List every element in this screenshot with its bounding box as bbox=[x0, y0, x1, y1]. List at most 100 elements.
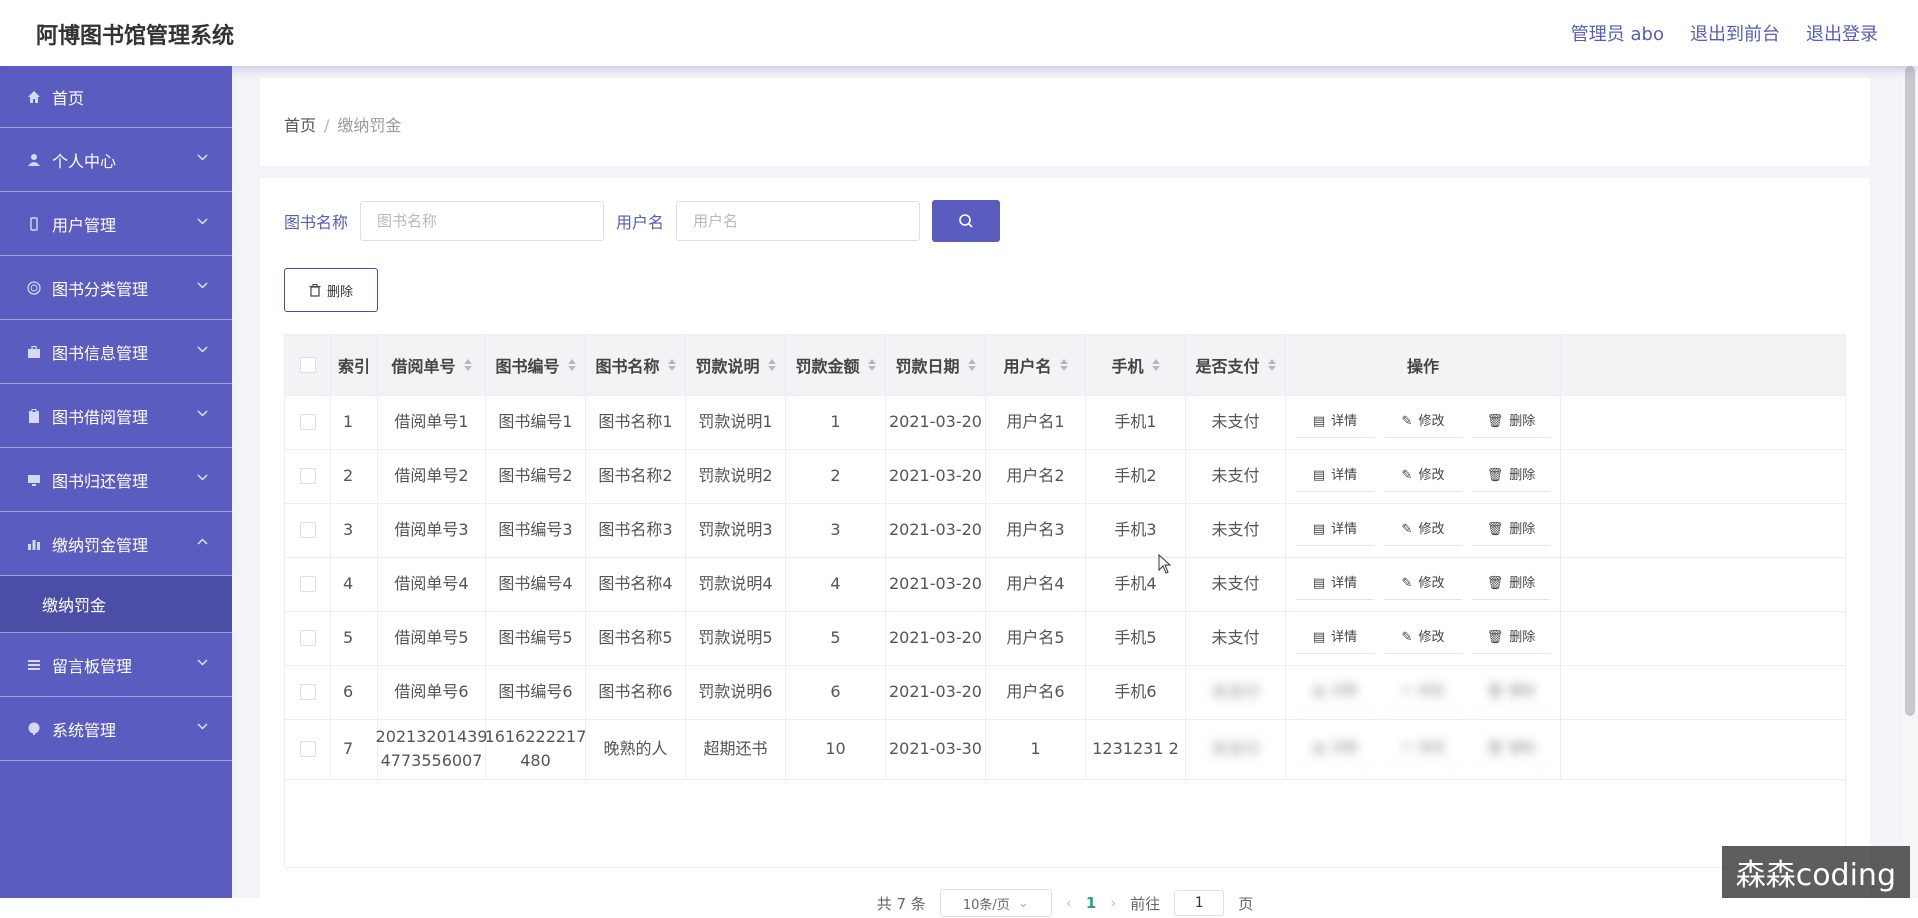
batch-delete-button[interactable]: 删除 bbox=[284, 268, 378, 312]
delete-button[interactable]: 🗑 删除 bbox=[1472, 569, 1550, 600]
table-row: 4 借阅单号4 图书编号4 图书名称4 罚款说明4 4 2021-03-20 用户名4 手机4 未… bbox=[285, 557, 1845, 612]
sort-icon[interactable] bbox=[667, 359, 676, 371]
edit-button[interactable]: ✎ 修改 bbox=[1384, 461, 1462, 492]
sidebar-item-4[interactable]: 图书分类管理 bbox=[0, 256, 232, 320]
sort-icon[interactable] bbox=[463, 359, 472, 371]
edit-button[interactable]: ✎ 修改 bbox=[1384, 677, 1462, 708]
sidebar-item-1[interactable]: 首页 bbox=[0, 66, 232, 128]
row-checkbox[interactable] bbox=[299, 522, 316, 538]
goto-label: 前往 bbox=[1130, 894, 1161, 913]
edit-button[interactable]: ✎ 修改 bbox=[1384, 569, 1462, 600]
delete-button[interactable]: 🗑 删除 bbox=[1472, 677, 1550, 708]
admin-user-link[interactable]: 管理员 abo bbox=[1571, 20, 1664, 46]
edit-button[interactable]: ✎ 修改 bbox=[1384, 515, 1462, 546]
column-header[interactable]: 图书编号 bbox=[486, 335, 586, 395]
sort-icon[interactable] bbox=[1059, 359, 1068, 371]
back-to-frontend-link[interactable]: 退出到前台 bbox=[1690, 20, 1780, 46]
detail-button[interactable]: ▤ 详情 bbox=[1296, 461, 1374, 492]
row-actions: ▤ 详情 ✎ 修改 🗑 删除 bbox=[1286, 665, 1561, 719]
table-cell: 2 bbox=[331, 449, 378, 503]
username-input[interactable] bbox=[676, 201, 921, 241]
sidebar-item-7[interactable]: 图书归还管理 bbox=[0, 448, 232, 512]
column-header[interactable]: 手机 bbox=[1086, 335, 1186, 395]
sidebar-item-2[interactable]: 个人中心 bbox=[0, 128, 232, 192]
row-checkbox[interactable] bbox=[299, 468, 316, 484]
detail-button[interactable]: ▤ 详情 bbox=[1296, 677, 1374, 708]
edit-button[interactable]: ✎ 修改 bbox=[1384, 407, 1462, 438]
sidebar-subitem-fine-payment[interactable]: 缴纳罚金 bbox=[0, 576, 232, 633]
row-checkbox-cell bbox=[285, 449, 331, 503]
sidebar-item-9[interactable]: 留言板管理 bbox=[0, 633, 232, 697]
row-checkbox[interactable] bbox=[299, 630, 316, 646]
row-checkbox-cell bbox=[285, 557, 331, 611]
detail-button[interactable]: ▤ 详情 bbox=[1296, 407, 1374, 438]
row-checkbox[interactable] bbox=[299, 576, 316, 592]
sort-icon[interactable] bbox=[1151, 359, 1160, 371]
sort-icon[interactable] bbox=[567, 359, 576, 371]
page-scrollbar[interactable] bbox=[1902, 66, 1918, 898]
cell-text: 1 bbox=[1030, 739, 1041, 758]
detail-button[interactable]: ▤ 详情 bbox=[1296, 569, 1374, 600]
delete-button[interactable]: 🗑 删除 bbox=[1472, 623, 1550, 654]
watermark: 森森coding bbox=[1721, 846, 1910, 898]
delete-button[interactable]: 🗑 删除 bbox=[1472, 734, 1550, 765]
search-button[interactable] bbox=[932, 200, 1001, 242]
detail-button[interactable]: ▤ 详情 bbox=[1296, 734, 1374, 765]
sidebar-item-10[interactable]: 系统管理 bbox=[0, 697, 232, 761]
table-cell: 2021-03-30 bbox=[886, 719, 986, 779]
sidebar-item-8[interactable]: 缴纳罚金管理 bbox=[0, 512, 232, 576]
column-header[interactable]: 罚款金额 bbox=[786, 335, 886, 395]
table-cell: 1231231 2 bbox=[1086, 719, 1186, 779]
logout-link[interactable]: 退出登录 bbox=[1806, 20, 1878, 46]
page-size-select[interactable]: 10条/页 ⌄ bbox=[939, 889, 1052, 917]
briefcase-icon bbox=[26, 344, 42, 360]
breadcrumb-home[interactable]: 首页 bbox=[284, 116, 316, 135]
sort-icon[interactable] bbox=[867, 359, 876, 371]
detail-button[interactable]: ▤ 详情 bbox=[1296, 623, 1374, 654]
delete-button[interactable]: 🗑 删除 bbox=[1472, 407, 1550, 438]
goto-page-input[interactable] bbox=[1174, 890, 1225, 916]
delete-button[interactable]: 🗑 删除 bbox=[1472, 461, 1550, 492]
book-name-input[interactable] bbox=[360, 201, 605, 241]
next-page-icon[interactable]: › bbox=[1110, 894, 1116, 912]
row-checkbox[interactable] bbox=[299, 684, 316, 700]
column-header[interactable]: 用户名 bbox=[986, 335, 1086, 395]
chevron-down-icon bbox=[197, 214, 208, 228]
breadcrumb-separator: / bbox=[324, 116, 330, 135]
chevron-down-icon bbox=[197, 470, 208, 484]
detail-label: 详情 bbox=[1331, 467, 1358, 483]
prev-page-icon[interactable]: ‹ bbox=[1066, 894, 1072, 912]
row-checkbox[interactable] bbox=[299, 741, 316, 757]
table-cell: 图书编号6 bbox=[486, 665, 586, 719]
edit-icon: ✎ bbox=[1401, 575, 1413, 591]
edit-button[interactable]: ✎ 修改 bbox=[1384, 734, 1462, 765]
column-header[interactable]: 借阅单号 bbox=[378, 335, 486, 395]
select-all-checkbox-cell bbox=[285, 335, 331, 395]
column-header[interactable]: 罚款说明 bbox=[686, 335, 786, 395]
column-header[interactable]: 罚款日期 bbox=[886, 335, 986, 395]
table-cell: 1 bbox=[331, 395, 378, 449]
edit-button[interactable]: ✎ 修改 bbox=[1384, 623, 1462, 654]
table-cell: 用户名1 bbox=[986, 395, 1086, 449]
sidebar-item-5[interactable]: 图书信息管理 bbox=[0, 320, 232, 384]
column-header[interactable]: 图书名称 bbox=[586, 335, 686, 395]
sort-icon[interactable] bbox=[1267, 359, 1276, 371]
sort-icon[interactable] bbox=[767, 359, 776, 371]
scrollbar-thumb[interactable] bbox=[1905, 66, 1915, 716]
cell-text: 5 bbox=[830, 628, 841, 647]
page-suffix: 页 bbox=[1238, 894, 1254, 913]
trash-icon: 🗑 bbox=[1486, 413, 1504, 429]
delete-button[interactable]: 🗑 删除 bbox=[1472, 515, 1550, 546]
table-cell: 3 bbox=[786, 503, 886, 557]
detail-button[interactable]: ▤ 详情 bbox=[1296, 515, 1374, 546]
table-cell: 2021-03-20 bbox=[886, 611, 986, 665]
table-row: 6 借阅单号6 图书编号6 图书名称6 罚款说明6 6 2021-03-20 用户名6 手机6 未… bbox=[285, 665, 1845, 720]
detail-label: 详情 bbox=[1331, 413, 1358, 429]
sort-icon[interactable] bbox=[967, 359, 976, 371]
sidebar-item-3[interactable]: 用户管理 bbox=[0, 192, 232, 256]
select-all-checkbox[interactable] bbox=[299, 357, 316, 373]
sidebar-item-6[interactable]: 图书借阅管理 bbox=[0, 384, 232, 448]
row-checkbox[interactable] bbox=[299, 414, 316, 430]
page-number-current[interactable]: 1 bbox=[1086, 894, 1096, 912]
column-header[interactable]: 是否支付 bbox=[1186, 335, 1286, 395]
